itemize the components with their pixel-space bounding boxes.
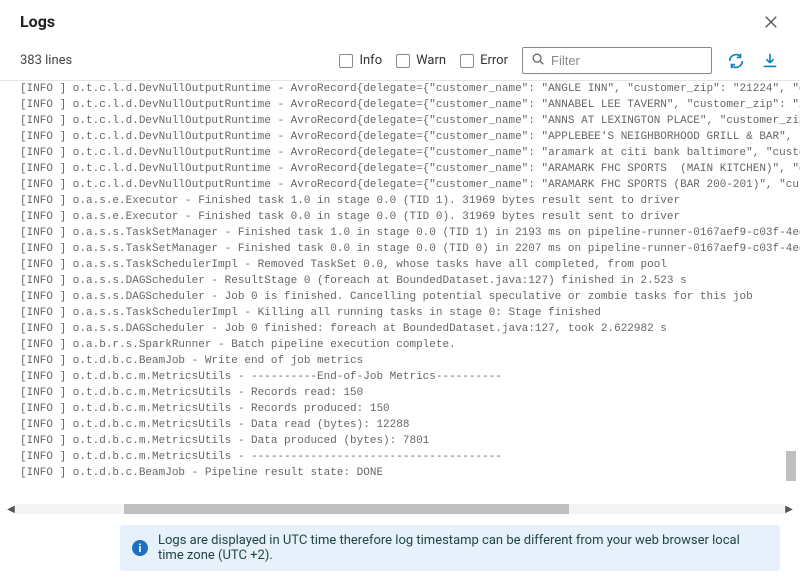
checkbox-label: Error [480,53,508,68]
vertical-scrollbar-thumb[interactable] [786,451,796,481]
refresh-button[interactable] [726,51,746,71]
close-button[interactable] [762,13,780,31]
checkbox-box [339,54,353,68]
checkbox-label: Info [359,53,382,68]
scroll-left-arrow[interactable]: ◀ [6,504,16,515]
download-button[interactable] [760,51,780,71]
notice-text: Logs are displayed in UTC time therefore… [158,533,768,563]
checkbox-info[interactable]: Info [339,53,382,68]
filter-input[interactable] [551,53,703,68]
line-count: 383 lines [20,53,325,68]
toolbar: 383 lines Info Warn Error [0,41,800,81]
scroll-track[interactable] [16,504,784,514]
search-icon [531,51,545,70]
filter-field[interactable] [522,47,712,74]
page-title: Logs [20,12,55,31]
log-lines: [INFO ] o.t.c.l.d.DevNullOutputRuntime -… [0,81,800,481]
scroll-right-arrow[interactable]: ▶ [784,504,794,515]
log-viewport[interactable]: [INFO ] o.t.c.l.d.DevNullOutputRuntime -… [0,81,800,515]
utc-notice: i Logs are displayed in UTC time therefo… [120,525,780,571]
checkbox-error[interactable]: Error [460,53,508,68]
checkbox-label: Warn [416,53,446,68]
checkbox-box [460,54,474,68]
horizontal-scrollbar[interactable]: ◀ ▶ [6,503,794,515]
info-icon: i [132,540,148,556]
scroll-thumb[interactable] [124,504,569,514]
checkbox-box [396,54,410,68]
checkbox-warn[interactable]: Warn [396,53,446,68]
